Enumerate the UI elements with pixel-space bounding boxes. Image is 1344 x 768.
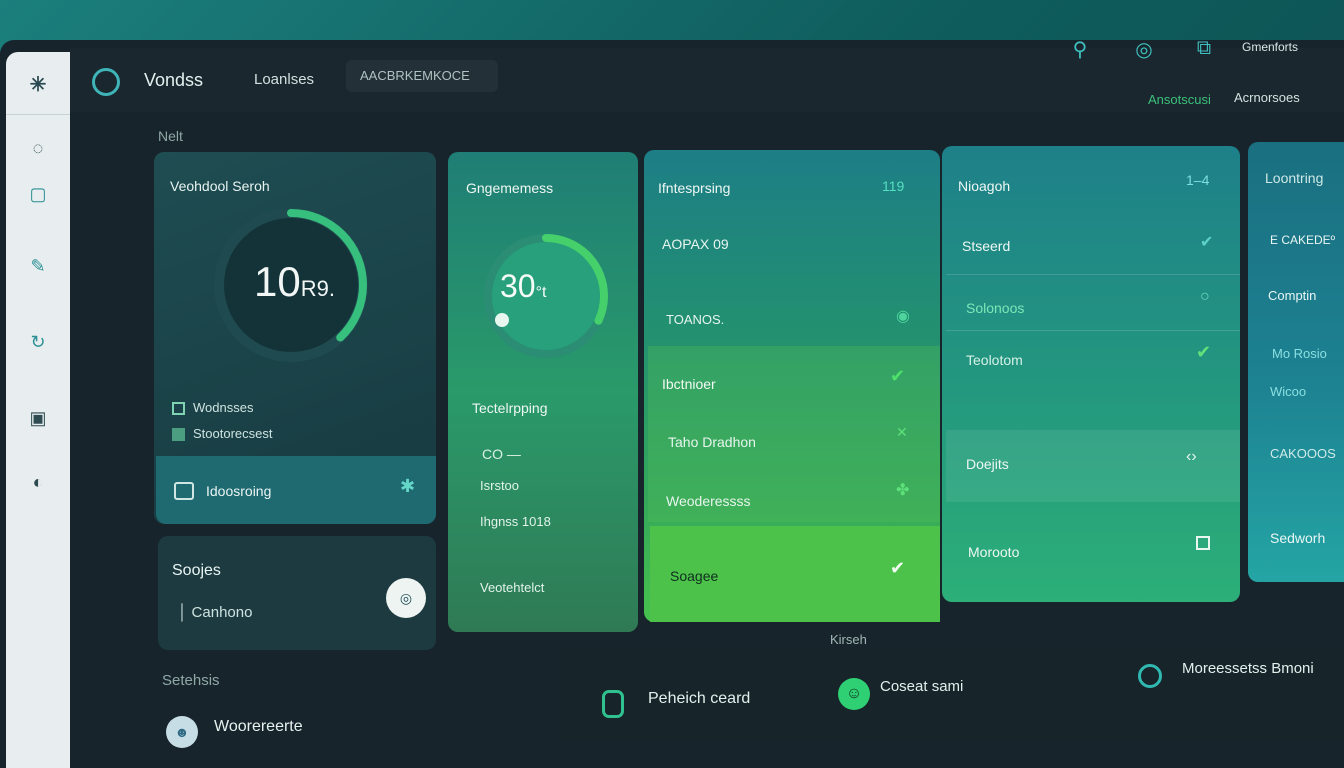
card-learning bbox=[1248, 142, 1344, 582]
card-messages bbox=[942, 146, 1240, 602]
check-icon[interactable]: ✔ bbox=[890, 558, 905, 579]
chat-icon[interactable]: ☺ bbox=[838, 678, 870, 710]
sidebar-item-document-icon[interactable]: ▢ bbox=[26, 182, 50, 206]
card3-title: Ifntesprsing bbox=[658, 180, 731, 196]
card1-gauge-value: 10R9. bbox=[254, 258, 335, 306]
card2-value: Ihgnss 1018 bbox=[480, 514, 551, 529]
user-name[interactable]: Woorereerte bbox=[214, 718, 303, 736]
small-card-subtitle-text: Canhono bbox=[191, 604, 253, 621]
profile-menu[interactable]: Gmenforts bbox=[1242, 40, 1298, 54]
sidebar: ✳ ◌ ▢ ✎ ↻ ▣ ◐ bbox=[6, 52, 70, 768]
small-card-subtitle: │ Canhono bbox=[178, 604, 253, 621]
card-engagement bbox=[448, 152, 638, 632]
small-card-title: Soojes bbox=[172, 562, 221, 579]
check-icon: ✔ bbox=[1200, 234, 1214, 251]
list-item[interactable]: AOPAX 09 bbox=[662, 236, 729, 252]
sidebar-logo[interactable]: ✳ bbox=[20, 72, 56, 100]
card1-footer-label[interactable]: Idoosroing bbox=[206, 483, 271, 499]
status-green-text: Ansotscusi bbox=[1148, 92, 1211, 107]
row-divider bbox=[946, 274, 1240, 275]
app-logo-icon[interactable] bbox=[92, 68, 120, 96]
check-icon: ✔ bbox=[890, 366, 906, 386]
list-item[interactable]: E CAKEDEº bbox=[1270, 233, 1335, 247]
sync-icon[interactable] bbox=[1138, 664, 1162, 688]
list-item[interactable]: Weoderessss bbox=[666, 493, 751, 509]
sparkle-icon: ✤ bbox=[896, 482, 910, 499]
row-divider bbox=[946, 330, 1240, 331]
bluetooth-icon[interactable]: ✱ bbox=[400, 476, 415, 497]
gauge-unit: °t bbox=[535, 284, 547, 301]
sidebar-divider bbox=[6, 114, 70, 115]
sidebar-item-settings-icon[interactable]: ◐ bbox=[26, 470, 50, 494]
notification-icon[interactable]: ⧉ bbox=[1190, 34, 1218, 62]
phone-icon[interactable] bbox=[602, 690, 624, 718]
settings-section-header: Setehsis bbox=[162, 672, 220, 689]
legend-item: Stootorecsest bbox=[172, 426, 273, 442]
avatar[interactable]: ☻ bbox=[166, 716, 198, 748]
legend-item: Wodnsses bbox=[172, 400, 254, 416]
card1-title: Veohdool Seroh bbox=[170, 178, 270, 194]
square-icon[interactable] bbox=[1196, 536, 1210, 550]
card2-title: Gngememess bbox=[466, 180, 554, 196]
tab-loanlses[interactable]: Loanlses bbox=[254, 71, 314, 88]
list-item[interactable]: Solonoos bbox=[966, 300, 1024, 316]
gauge-unit: R9. bbox=[300, 276, 335, 301]
legend-marker-icon bbox=[172, 402, 185, 416]
small-card-action-button[interactable]: ◎ bbox=[386, 578, 426, 618]
sidebar-item-clock-icon[interactable]: ◌ bbox=[26, 136, 50, 160]
card4-title: Nioagoh bbox=[958, 178, 1011, 194]
list-item[interactable]: Wicoo bbox=[1270, 384, 1306, 399]
list-item[interactable]: CAKOOOS bbox=[1270, 446, 1336, 461]
bottom-section-label: Kirseh bbox=[830, 632, 867, 647]
record-icon[interactable]: ◎ bbox=[1130, 36, 1158, 64]
card3-count: 119 bbox=[882, 178, 905, 194]
gauge-number: 30 bbox=[500, 268, 536, 304]
list-item[interactable]: Sedworh bbox=[1270, 530, 1325, 546]
bottom-button-label[interactable]: Moreessetss Bmoni bbox=[1182, 660, 1314, 677]
sidebar-item-edit-icon[interactable]: ✎ bbox=[26, 254, 50, 278]
list-item[interactable]: TOANOS. bbox=[666, 312, 724, 327]
list-item[interactable]: Morooto bbox=[968, 544, 1019, 560]
card4-count: 1‒4 bbox=[1186, 172, 1210, 188]
list-item[interactable]: Comptin bbox=[1268, 288, 1316, 303]
list-item[interactable]: Mo Rosio bbox=[1272, 346, 1327, 361]
circle-icon: ○ bbox=[1200, 288, 1210, 305]
close-icon[interactable]: ✕ bbox=[896, 424, 908, 441]
list-item[interactable]: Teolotom bbox=[966, 352, 1023, 368]
section-header: Nelt bbox=[158, 128, 183, 144]
card2-gauge-value: 30°t bbox=[500, 268, 546, 305]
bottom-button-label[interactable]: Coseat sami bbox=[880, 678, 963, 695]
card2-chip[interactable]: CO — bbox=[482, 446, 521, 462]
sidebar-item-refresh-icon[interactable]: ↻ bbox=[26, 330, 50, 354]
legend-label: Wodnsses bbox=[193, 400, 254, 415]
card1-footer[interactable] bbox=[156, 456, 436, 524]
list-item[interactable]: Soagee bbox=[670, 568, 718, 584]
gauge-number: 10 bbox=[254, 258, 301, 305]
legend-label: Stootorecsest bbox=[193, 426, 273, 441]
list-item[interactable]: Stseerd bbox=[962, 238, 1010, 254]
search-icon[interactable]: ⚲ bbox=[1066, 36, 1094, 64]
card2-subtitle: Tectelrpping bbox=[472, 400, 548, 416]
card5-title: Loontring bbox=[1265, 170, 1324, 186]
legend-marker-icon bbox=[172, 428, 185, 442]
monitor-icon bbox=[174, 482, 194, 500]
list-item[interactable]: Ibctnioer bbox=[662, 376, 716, 392]
code-icon[interactable]: ‹› bbox=[1186, 448, 1197, 466]
list-item[interactable]: Doejits bbox=[966, 456, 1009, 472]
list-item[interactable]: Taho Dradhon bbox=[668, 434, 756, 450]
status-dot-icon: ◉ bbox=[896, 308, 910, 325]
check-icon: ✔ bbox=[1196, 342, 1212, 362]
card2-footer: Veotehtelct bbox=[480, 580, 545, 595]
status-text: Acrnorsoes bbox=[1234, 90, 1300, 105]
search-input[interactable]: AACBRKEMKOCE bbox=[346, 60, 498, 92]
card2-value: Isrstoo bbox=[480, 478, 520, 493]
sidebar-item-layout-icon[interactable]: ▣ bbox=[26, 406, 50, 430]
app-name: Vondss bbox=[144, 70, 204, 90]
bottom-button-label[interactable]: Peheich ceard bbox=[648, 690, 750, 708]
gauge-handle[interactable] bbox=[495, 313, 509, 327]
